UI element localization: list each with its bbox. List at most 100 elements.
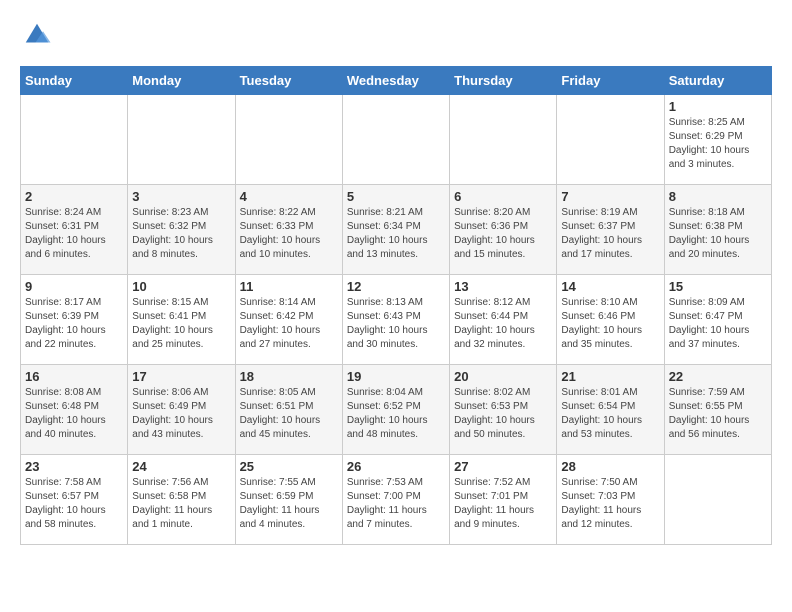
day-info: Sunrise: 8:01 AM Sunset: 6:54 PM Dayligh… xyxy=(561,386,659,442)
calendar-cell: 15 Sunrise: 8:09 AM Sunset: 6:47 PM Dayli… xyxy=(664,275,771,365)
day-number: 22 xyxy=(669,369,767,384)
day-number: 11 xyxy=(240,279,338,294)
weekday-header-wednesday: Wednesday xyxy=(342,67,449,95)
calendar-cell: 3 Sunrise: 8:23 AM Sunset: 6:32 PM Daylig… xyxy=(128,185,235,275)
day-number: 21 xyxy=(561,369,659,384)
weekday-header-monday: Monday xyxy=(128,67,235,95)
day-info: Sunrise: 8:19 AM Sunset: 6:37 PM Dayligh… xyxy=(561,206,659,262)
calendar-cell xyxy=(235,95,342,185)
day-info: Sunrise: 7:52 AM Sunset: 7:01 PM Dayligh… xyxy=(454,476,552,532)
calendar-cell: 12 Sunrise: 8:13 AM Sunset: 6:43 PM Dayli… xyxy=(342,275,449,365)
calendar-cell: 2 Sunrise: 8:24 AM Sunset: 6:31 PM Daylig… xyxy=(21,185,128,275)
weekday-header-sunday: Sunday xyxy=(21,67,128,95)
calendar-cell: 23 Sunrise: 7:58 AM Sunset: 6:57 PM Dayli… xyxy=(21,455,128,545)
day-number: 9 xyxy=(25,279,123,294)
day-number: 28 xyxy=(561,459,659,474)
day-info: Sunrise: 8:18 AM Sunset: 6:38 PM Dayligh… xyxy=(669,206,767,262)
calendar-cell xyxy=(21,95,128,185)
calendar-body: 1 Sunrise: 8:25 AM Sunset: 6:29 PM Daylig… xyxy=(21,95,772,545)
day-info: Sunrise: 7:59 AM Sunset: 6:55 PM Dayligh… xyxy=(669,386,767,442)
weekday-header-row: SundayMondayTuesdayWednesdayThursdayFrid… xyxy=(21,67,772,95)
day-info: Sunrise: 7:55 AM Sunset: 6:59 PM Dayligh… xyxy=(240,476,338,532)
day-info: Sunrise: 8:13 AM Sunset: 6:43 PM Dayligh… xyxy=(347,296,445,352)
calendar-cell: 26Sunrise: 7:53 AM Sunset: 7:00 PM Dayli… xyxy=(342,455,449,545)
day-info: Sunrise: 8:14 AM Sunset: 6:42 PM Dayligh… xyxy=(240,296,338,352)
calendar-cell: 19Sunrise: 8:04 AM Sunset: 6:52 PM Dayli… xyxy=(342,365,449,455)
week-row-5: 23 Sunrise: 7:58 AM Sunset: 6:57 PM Dayli… xyxy=(21,455,772,545)
day-number: 15 xyxy=(669,279,767,294)
calendar-cell: 13 Sunrise: 8:12 AM Sunset: 6:44 PM Dayli… xyxy=(450,275,557,365)
calendar-cell: 17 Sunrise: 8:06 AM Sunset: 6:49 PM Dayli… xyxy=(128,365,235,455)
calendar-cell: 1 Sunrise: 8:25 AM Sunset: 6:29 PM Daylig… xyxy=(664,95,771,185)
calendar-cell: 25Sunrise: 7:55 AM Sunset: 6:59 PM Dayli… xyxy=(235,455,342,545)
day-number: 12 xyxy=(347,279,445,294)
calendar-cell: 7 Sunrise: 8:19 AM Sunset: 6:37 PM Daylig… xyxy=(557,185,664,275)
weekday-header-saturday: Saturday xyxy=(664,67,771,95)
calendar-cell: 9 Sunrise: 8:17 AM Sunset: 6:39 PM Daylig… xyxy=(21,275,128,365)
day-info: Sunrise: 8:17 AM Sunset: 6:39 PM Dayligh… xyxy=(25,296,123,352)
day-number: 27 xyxy=(454,459,552,474)
day-info: Sunrise: 8:23 AM Sunset: 6:32 PM Dayligh… xyxy=(132,206,230,262)
day-number: 24 xyxy=(132,459,230,474)
day-number: 7 xyxy=(561,189,659,204)
day-number: 10 xyxy=(132,279,230,294)
day-info: Sunrise: 7:58 AM Sunset: 6:57 PM Dayligh… xyxy=(25,476,123,532)
calendar-cell xyxy=(128,95,235,185)
day-info: Sunrise: 8:15 AM Sunset: 6:41 PM Dayligh… xyxy=(132,296,230,352)
day-number: 20 xyxy=(454,369,552,384)
day-info: Sunrise: 7:56 AM Sunset: 6:58 PM Dayligh… xyxy=(132,476,230,532)
day-info: Sunrise: 8:09 AM Sunset: 6:47 PM Dayligh… xyxy=(669,296,767,352)
week-row-3: 9 Sunrise: 8:17 AM Sunset: 6:39 PM Daylig… xyxy=(21,275,772,365)
day-info: Sunrise: 8:22 AM Sunset: 6:33 PM Dayligh… xyxy=(240,206,338,262)
day-number: 2 xyxy=(25,189,123,204)
calendar-cell: 24 Sunrise: 7:56 AM Sunset: 6:58 PM Dayli… xyxy=(128,455,235,545)
calendar-cell: 18 Sunrise: 8:05 AM Sunset: 6:51 PM Dayli… xyxy=(235,365,342,455)
day-number: 3 xyxy=(132,189,230,204)
day-info: Sunrise: 8:12 AM Sunset: 6:44 PM Dayligh… xyxy=(454,296,552,352)
calendar-cell xyxy=(342,95,449,185)
day-number: 1 xyxy=(669,99,767,114)
calendar-cell: 20 Sunrise: 8:02 AM Sunset: 6:53 PM Dayli… xyxy=(450,365,557,455)
calendar-header: SundayMondayTuesdayWednesdayThursdayFrid… xyxy=(21,67,772,95)
calendar-table: SundayMondayTuesdayWednesdayThursdayFrid… xyxy=(20,66,772,545)
day-number: 16 xyxy=(25,369,123,384)
calendar-cell: 16 Sunrise: 8:08 AM Sunset: 6:48 PM Dayli… xyxy=(21,365,128,455)
calendar-cell: 11 Sunrise: 8:14 AM Sunset: 6:42 PM Dayli… xyxy=(235,275,342,365)
day-info: Sunrise: 7:50 AM Sunset: 7:03 PM Dayligh… xyxy=(561,476,659,532)
calendar-cell: 6 Sunrise: 8:20 AM Sunset: 6:36 PM Daylig… xyxy=(450,185,557,275)
calendar-cell xyxy=(557,95,664,185)
day-info: Sunrise: 8:20 AM Sunset: 6:36 PM Dayligh… xyxy=(454,206,552,262)
day-number: 5 xyxy=(347,189,445,204)
day-number: 17 xyxy=(132,369,230,384)
day-info: Sunrise: 8:04 AM Sunset: 6:52 PM Dayligh… xyxy=(347,386,445,442)
weekday-header-thursday: Thursday xyxy=(450,67,557,95)
calendar-cell: 10 Sunrise: 8:15 AM Sunset: 6:41 PM Dayli… xyxy=(128,275,235,365)
calendar-cell: 14 Sunrise: 8:10 AM Sunset: 6:46 PM Dayli… xyxy=(557,275,664,365)
day-info: Sunrise: 8:08 AM Sunset: 6:48 PM Dayligh… xyxy=(25,386,123,442)
day-number: 4 xyxy=(240,189,338,204)
day-info: Sunrise: 8:06 AM Sunset: 6:49 PM Dayligh… xyxy=(132,386,230,442)
day-info: Sunrise: 8:02 AM Sunset: 6:53 PM Dayligh… xyxy=(454,386,552,442)
day-number: 6 xyxy=(454,189,552,204)
weekday-header-friday: Friday xyxy=(557,67,664,95)
calendar-cell xyxy=(664,455,771,545)
day-number: 14 xyxy=(561,279,659,294)
calendar-cell: 22 Sunrise: 7:59 AM Sunset: 6:55 PM Dayli… xyxy=(664,365,771,455)
calendar-cell xyxy=(450,95,557,185)
week-row-4: 16 Sunrise: 8:08 AM Sunset: 6:48 PM Dayli… xyxy=(21,365,772,455)
day-info: Sunrise: 8:10 AM Sunset: 6:46 PM Dayligh… xyxy=(561,296,659,352)
day-info: Sunrise: 8:25 AM Sunset: 6:29 PM Dayligh… xyxy=(669,116,767,172)
day-info: Sunrise: 8:05 AM Sunset: 6:51 PM Dayligh… xyxy=(240,386,338,442)
day-info: Sunrise: 8:21 AM Sunset: 6:34 PM Dayligh… xyxy=(347,206,445,262)
week-row-1: 1 Sunrise: 8:25 AM Sunset: 6:29 PM Daylig… xyxy=(21,95,772,185)
day-number: 23 xyxy=(25,459,123,474)
header xyxy=(20,20,772,56)
day-number: 8 xyxy=(669,189,767,204)
logo xyxy=(20,20,52,56)
calendar-cell: 5 Sunrise: 8:21 AM Sunset: 6:34 PM Daylig… xyxy=(342,185,449,275)
day-number: 18 xyxy=(240,369,338,384)
day-info: Sunrise: 7:53 AM Sunset: 7:00 PM Dayligh… xyxy=(347,476,445,532)
week-row-2: 2 Sunrise: 8:24 AM Sunset: 6:31 PM Daylig… xyxy=(21,185,772,275)
day-info: Sunrise: 8:24 AM Sunset: 6:31 PM Dayligh… xyxy=(25,206,123,262)
day-number: 13 xyxy=(454,279,552,294)
